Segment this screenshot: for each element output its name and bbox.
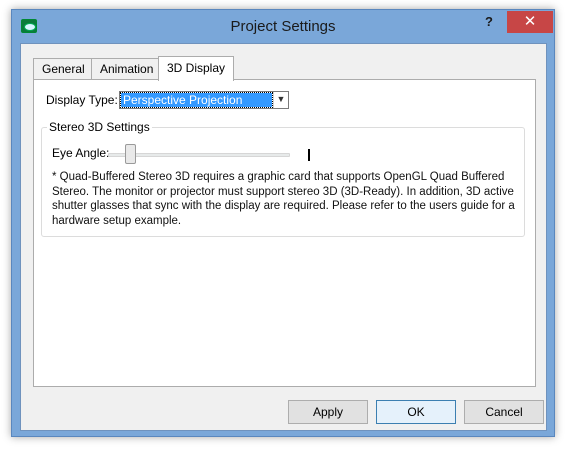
- eye-angle-slider-thumb[interactable]: [125, 144, 137, 164]
- stereo-3d-settings-group: Stereo 3D Settings Eye Angle: * Quad-Buf…: [41, 120, 525, 237]
- cancel-button[interactable]: Cancel: [464, 400, 544, 424]
- tab-panel-3d-display: Display Type: Perspective Projection ▼ S…: [33, 79, 536, 387]
- close-button[interactable]: ✕: [507, 11, 553, 33]
- display-type-value: Perspective Projection: [120, 92, 273, 108]
- tab-animation[interactable]: Animation: [91, 58, 159, 80]
- tab-3d-display[interactable]: 3D Display: [158, 56, 234, 81]
- help-button[interactable]: ?: [469, 12, 509, 34]
- project-settings-window: Project Settings ? ✕ General Animation 3…: [11, 9, 555, 437]
- display-type-label: Display Type:: [46, 93, 118, 107]
- title-bar[interactable]: Project Settings ? ✕: [12, 10, 554, 43]
- dialog-client-area: General Animation 3D Display Display Typ…: [20, 43, 547, 431]
- eye-angle-value-marker: [308, 149, 310, 161]
- stereo-requirements-note: * Quad-Buffered Stereo 3D requires a gra…: [52, 171, 515, 227]
- apply-button[interactable]: Apply: [288, 400, 368, 424]
- stereo-group-title: Stereo 3D Settings: [47, 120, 152, 134]
- close-icon: ✕: [523, 13, 537, 30]
- display-type-select[interactable]: Perspective Projection ▼: [119, 91, 289, 109]
- chevron-down-icon[interactable]: ▼: [273, 92, 288, 108]
- ok-button[interactable]: OK: [376, 400, 456, 424]
- tab-general[interactable]: General: [33, 58, 92, 80]
- eye-angle-label: Eye Angle:: [52, 146, 110, 160]
